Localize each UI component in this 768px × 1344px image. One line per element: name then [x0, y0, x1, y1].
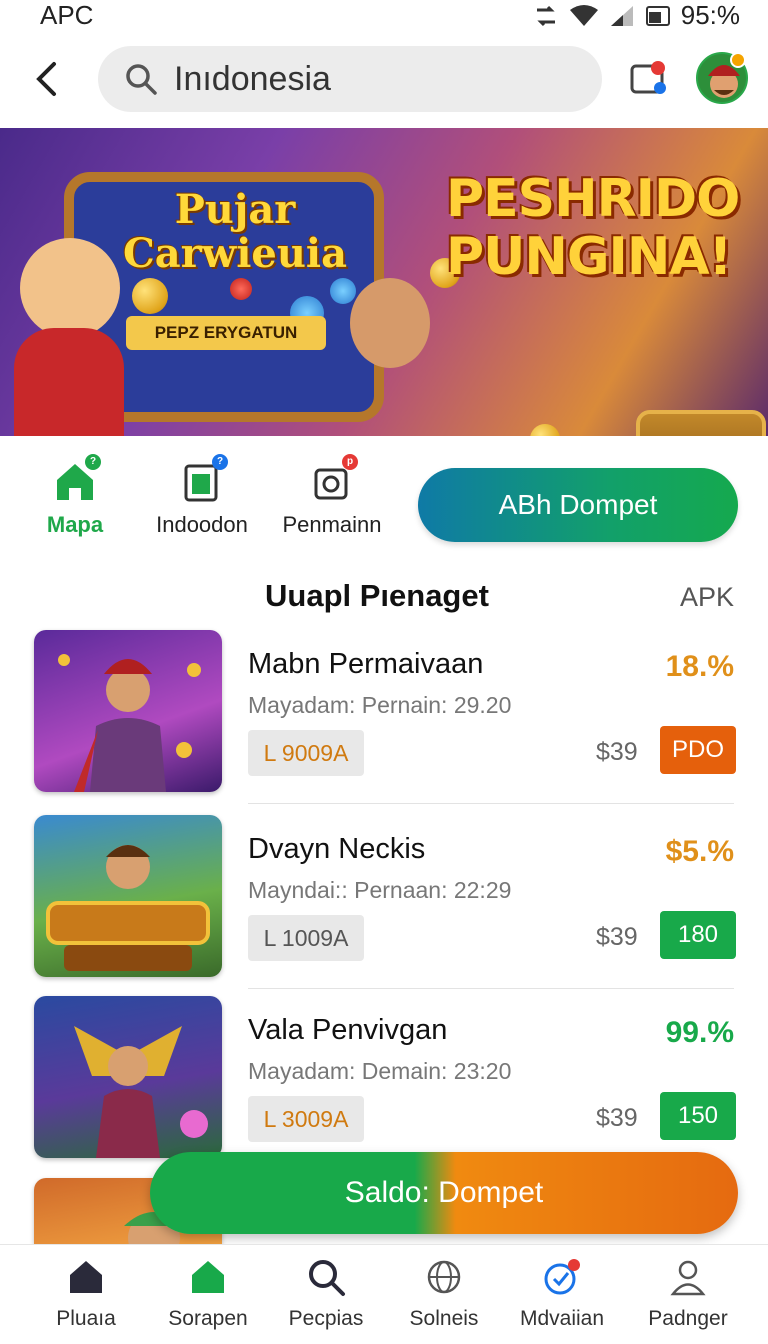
quick-nav-mapa[interactable]: ? Mapa	[40, 454, 110, 538]
game-thumbnail	[34, 815, 222, 977]
search-bar[interactable]	[98, 46, 602, 112]
game-thumbnail	[34, 630, 222, 792]
message-alert-icon	[630, 61, 666, 94]
home-icon	[70, 1261, 102, 1293]
battery-percent: 95:%	[680, 0, 740, 30]
bottom-nav-label: Mdvaiian	[519, 1307, 605, 1330]
bottom-nav-label: Pecpias	[288, 1307, 364, 1330]
bottom-nav-item-solneis[interactable]: Solneis	[384, 1257, 504, 1331]
bottom-nav-label: Pluaıa	[56, 1307, 116, 1330]
game-price: $39	[596, 1104, 638, 1132]
promo-banner[interactable]: Pujar Carwieuia PEPZ ERYGATUN PESHRIDO P…	[0, 128, 768, 436]
game-price: $39	[596, 923, 638, 951]
app-header	[0, 40, 768, 120]
game-name: Dvayn Neckis	[248, 833, 426, 865]
banner-character-middle	[350, 278, 430, 368]
list-item[interactable]: Mabn Permaivaan Mayadam: Pernain: 29.20 …	[0, 630, 768, 814]
game-action-button[interactable]: 150	[660, 1092, 736, 1140]
search-icon	[126, 64, 157, 95]
row-divider	[248, 803, 734, 804]
game-code: L 3009A	[248, 1096, 364, 1142]
game-meta: Mayadam: Pernain: 29.20	[248, 692, 512, 718]
section-title: Uuapl Pıenaget	[265, 578, 489, 613]
quick-nav-label: Mapa	[46, 512, 104, 537]
clock-badge-icon	[544, 1259, 580, 1295]
game-action-button[interactable]: 180	[660, 911, 736, 959]
banner-right-title: PESHRIDO PUNGINA!	[446, 169, 740, 287]
bottom-nav-label: Solneis	[409, 1307, 479, 1330]
carrier-label: APC	[40, 0, 94, 30]
saldo-wallet-button[interactable]: Saldo: Dompet	[150, 1152, 738, 1234]
game-percent: $5.%	[665, 835, 734, 868]
home-icon: ?	[51, 454, 101, 506]
quick-nav-badge: p	[342, 454, 358, 470]
list-item[interactable]: Dvayn Neckis Mayndai:: Pernaan: 22:29 L …	[0, 815, 768, 999]
banner-coin	[330, 278, 356, 304]
quick-nav-indoodon[interactable]: ? Indoodon	[150, 454, 254, 538]
game-meta: Mayadam: Demain: 23:20	[248, 1058, 512, 1084]
quick-nav-badge: ?	[212, 454, 228, 470]
treasure-chest-icon	[636, 410, 766, 436]
globe-icon	[427, 1260, 461, 1294]
game-code: L 1009A	[248, 915, 364, 961]
banner-coin	[230, 278, 252, 300]
banner-character-left-body	[14, 328, 124, 436]
search-icon	[309, 1260, 345, 1296]
battery-icon	[645, 5, 670, 26]
game-name: Vala Penvivgan	[248, 1014, 448, 1046]
bottom-nav-item-pecpias[interactable]: Pecpias	[266, 1257, 386, 1331]
game-action-button[interactable]: PDO	[660, 726, 736, 774]
user-icon	[670, 1260, 706, 1296]
notification-button[interactable]	[628, 58, 672, 102]
bottom-nav: Pluaıa Sorapen Pecpias Solneis Mdvaiian …	[0, 1244, 768, 1344]
row-divider	[248, 988, 734, 989]
home-green-icon	[192, 1261, 224, 1293]
game-percent: 99.%	[665, 1016, 734, 1049]
quick-nav-label: Penmainn	[282, 512, 382, 537]
game-code: L 9009A	[248, 730, 364, 776]
quick-nav-penmainn[interactable]: p Penmainn	[280, 454, 384, 538]
camera-icon: p	[308, 454, 358, 506]
game-percent: 18.%	[665, 650, 734, 683]
status-bar: APC 95:%	[0, 0, 768, 34]
game-price: $39	[596, 738, 638, 766]
bottom-nav-label: Padnger	[648, 1307, 728, 1330]
wallet-card-icon: ?	[178, 454, 228, 506]
banner-character-left	[20, 238, 120, 338]
search-input[interactable]	[174, 59, 574, 99]
bottom-nav-item-mdvaiian[interactable]: Mdvaiian	[502, 1257, 622, 1331]
game-name: Mabn Permaivaan	[248, 648, 484, 680]
banner-left-title: Pujar Carwieuia	[122, 186, 348, 277]
section-apk-link[interactable]: APK	[680, 582, 734, 613]
status-icons: 95:%	[533, 0, 740, 31]
wallet-button[interactable]: ABh Dompet	[418, 468, 738, 542]
quick-nav-label: Indoodon	[156, 512, 248, 537]
banner-left-subtitle: PEPZ ERYGATUN	[126, 316, 326, 350]
sync-icon	[536, 5, 555, 26]
chevron-left-icon	[36, 62, 56, 96]
bottom-nav-item-sorapen[interactable]: Sorapen	[148, 1257, 268, 1331]
avatar-badge	[730, 52, 746, 68]
game-thumbnail	[34, 996, 222, 1158]
bottom-nav-item-pluaia[interactable]: Pluaıa	[26, 1257, 146, 1331]
signal-icon	[610, 5, 633, 26]
quick-nav-badge: ?	[85, 454, 101, 470]
bottom-nav-item-padnger[interactable]: Padnger	[628, 1257, 748, 1331]
banner-coin	[530, 424, 560, 436]
bottom-nav-label: Sorapen	[168, 1307, 248, 1330]
banner-coin	[132, 278, 168, 314]
game-meta: Mayndai:: Pernaan: 22:29	[248, 877, 512, 903]
back-button[interactable]	[26, 56, 66, 102]
wifi-icon	[569, 4, 598, 26]
